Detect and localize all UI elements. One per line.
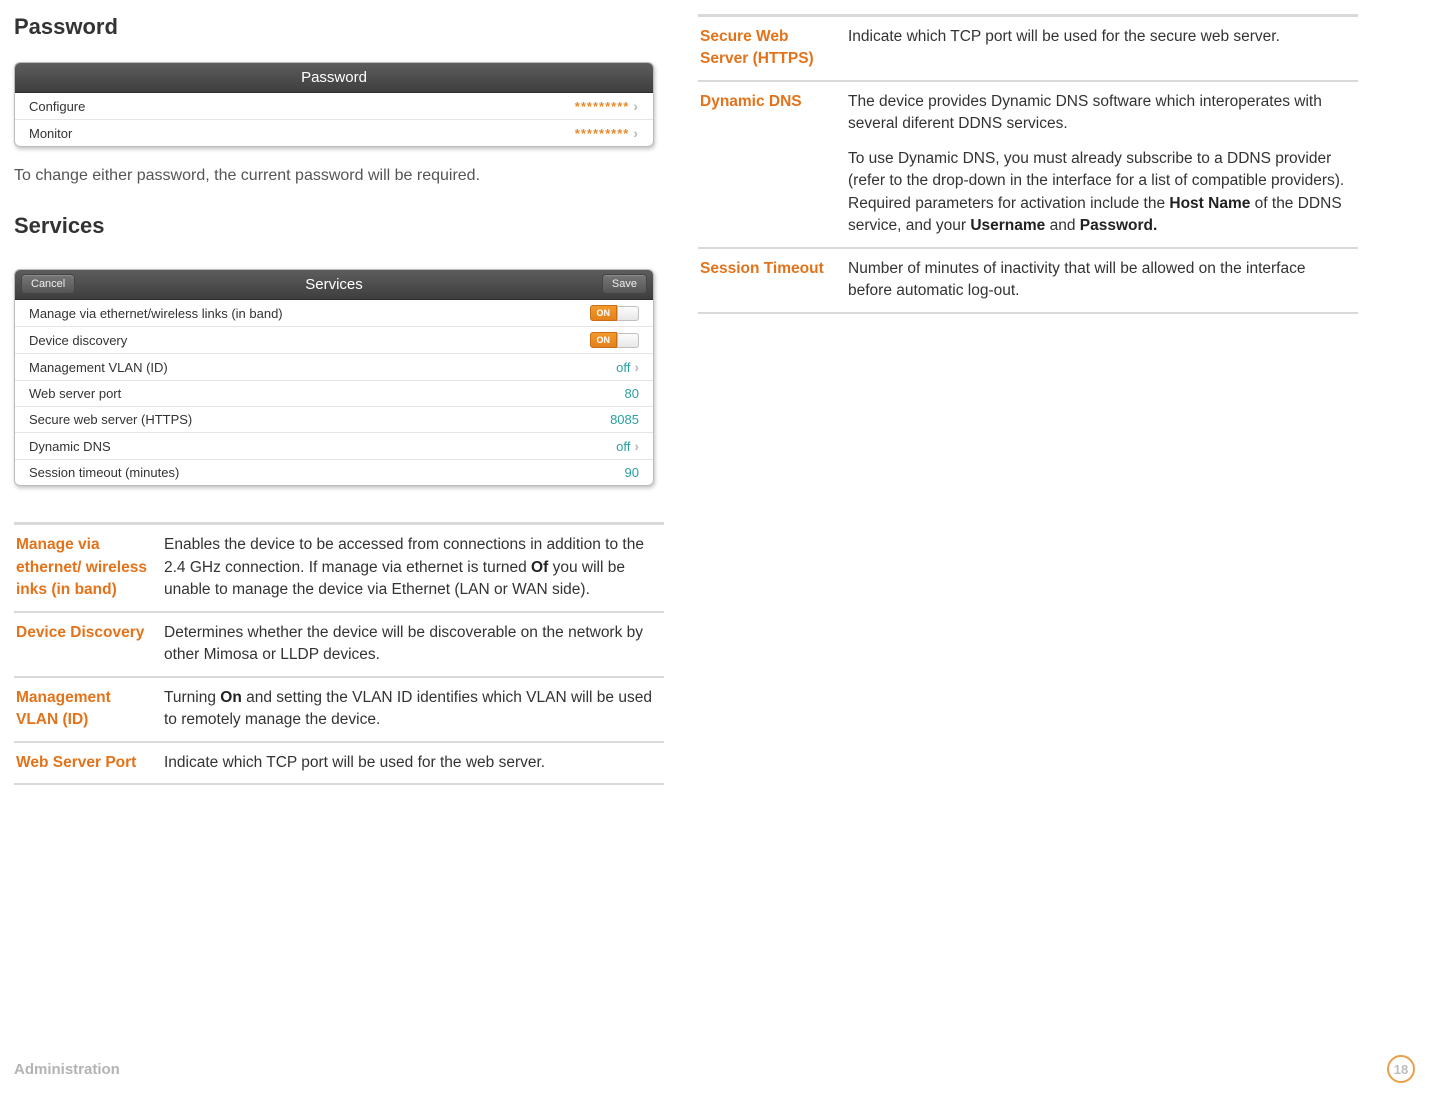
definition-description: The device provides Dynamic DNS software… — [846, 81, 1358, 248]
footer-section-label: Administration — [14, 1061, 120, 1078]
row-label: Management VLAN (ID) — [29, 360, 168, 375]
definition-row: Device DiscoveryDetermines whether the d… — [14, 612, 664, 677]
definition-row-end — [698, 313, 1358, 314]
password-panel-title: Password — [15, 63, 653, 93]
definition-description: Indicate which TCP port will be used for… — [846, 16, 1358, 81]
chevron-right-icon: › — [634, 438, 639, 454]
services-panel-header: Cancel Services Save — [15, 270, 653, 300]
row-value: ********* › — [575, 98, 639, 114]
services-row[interactable]: Session timeout (minutes) 90 — [15, 459, 653, 485]
row-label: Session timeout (minutes) — [29, 465, 179, 480]
definition-description: Determines whether the device will be di… — [162, 612, 664, 677]
password-row-configure[interactable]: Configure ********* › — [15, 93, 653, 119]
definition-term: Web Server Port — [14, 742, 162, 784]
definition-row-end — [14, 784, 664, 785]
password-panel: Password Configure ********* › Monitor *… — [14, 62, 654, 147]
row-value: 90 — [625, 465, 639, 480]
services-row[interactable]: Web server port 80 — [15, 380, 653, 406]
row-label: Manage via ethernet/wireless links (in b… — [29, 306, 283, 321]
services-panel-title: Services — [305, 276, 363, 293]
definition-row: Secure Web Server (HTTPS)Indicate which … — [698, 16, 1358, 81]
password-note: To change either password, the current p… — [14, 165, 664, 187]
toggle-on-label[interactable]: ON — [590, 332, 618, 348]
definition-term: Management VLAN (ID) — [14, 677, 162, 742]
services-row[interactable]: Secure web server (HTTPS) 8085 — [15, 406, 653, 432]
toggle-knob[interactable] — [617, 306, 639, 321]
row-label: Device discovery — [29, 333, 127, 348]
definition-term: Device Discovery — [14, 612, 162, 677]
services-row[interactable]: Dynamic DNS off› — [15, 432, 653, 459]
toggle-on: ON — [590, 332, 640, 348]
row-value: ********* › — [575, 125, 639, 141]
chevron-right-icon: › — [634, 359, 639, 375]
toggle-on: ON — [590, 305, 640, 321]
row-label: Dynamic DNS — [29, 439, 111, 454]
row-value-link: off› — [616, 359, 639, 375]
row-label: Secure web server (HTTPS) — [29, 412, 192, 427]
services-panel: Cancel Services Save Manage via ethernet… — [14, 269, 654, 486]
services-row[interactable]: Management VLAN (ID) off› — [15, 353, 653, 380]
definition-description: Number of minutes of inactivity that wil… — [846, 248, 1358, 313]
page-footer: Administration 18 — [14, 1055, 1415, 1083]
save-button[interactable]: Save — [602, 274, 647, 294]
definition-row: Management VLAN (ID)Turning On and setti… — [14, 677, 664, 742]
definition-term: Dynamic DNS — [698, 81, 846, 248]
heading-password: Password — [14, 14, 664, 40]
definition-row: Manage via ethernet/ wireless inks (in b… — [14, 524, 664, 612]
definition-description: Indicate which TCP port will be used for… — [162, 742, 664, 784]
row-value: 8085 — [610, 412, 639, 427]
cancel-button[interactable]: Cancel — [21, 274, 75, 294]
heading-services: Services — [14, 213, 664, 239]
definitions-table-right: Secure Web Server (HTTPS)Indicate which … — [698, 14, 1358, 314]
row-label: Web server port — [29, 386, 121, 401]
row-label: Monitor — [29, 126, 72, 141]
definition-term: Secure Web Server (HTTPS) — [698, 16, 846, 81]
definition-row: Dynamic DNSThe device provides Dynamic D… — [698, 81, 1358, 248]
definition-row: Web Server PortIndicate which TCP port w… — [14, 742, 664, 784]
definition-term: Session Timeout — [698, 248, 846, 313]
definition-row: Session TimeoutNumber of minutes of inac… — [698, 248, 1358, 313]
chevron-right-icon: › — [633, 98, 639, 114]
row-value: 80 — [625, 386, 639, 401]
definitions-table-left: Manage via ethernet/ wireless inks (in b… — [14, 522, 664, 785]
services-row[interactable]: Manage via ethernet/wireless links (in b… — [15, 300, 653, 326]
toggle-knob[interactable] — [617, 333, 639, 348]
toggle-on-label[interactable]: ON — [590, 305, 618, 321]
row-value-link: off› — [616, 438, 639, 454]
row-label: Configure — [29, 99, 85, 114]
chevron-right-icon: › — [633, 125, 639, 141]
definition-description: Turning On and setting the VLAN ID ident… — [162, 677, 664, 742]
definition-term: Manage via ethernet/ wireless inks (in b… — [14, 524, 162, 612]
definition-description: Enables the device to be accessed from c… — [162, 524, 664, 612]
services-row[interactable]: Device discovery ON — [15, 326, 653, 353]
password-row-monitor[interactable]: Monitor ********* › — [15, 119, 653, 146]
page-number-badge: 18 — [1387, 1055, 1415, 1083]
